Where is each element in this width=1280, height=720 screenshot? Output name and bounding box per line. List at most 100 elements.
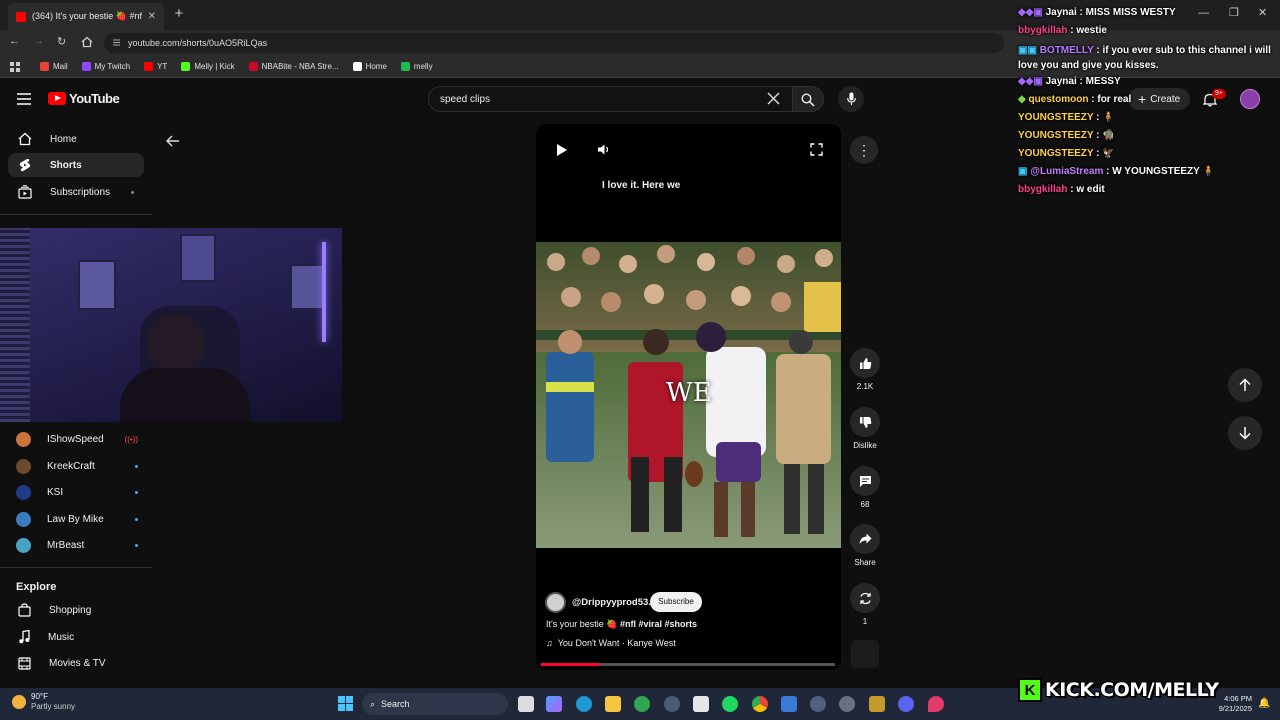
remix-button[interactable]: 1 <box>846 583 884 626</box>
reload-icon[interactable]: ↻ <box>57 35 66 48</box>
url-bar[interactable]: youtube.com/shorts/0uAO5RiLQas <box>104 33 1004 53</box>
create-button[interactable]: + Create <box>1128 88 1191 110</box>
wall-poster <box>290 264 324 310</box>
streamer-webcam-overlay <box>0 228 342 422</box>
media-player-icon[interactable] <box>810 696 826 712</box>
browser-tab[interactable]: (364) It's your bestie 🍓 #nfl #... ✕ <box>8 3 164 30</box>
start-button[interactable] <box>338 696 353 711</box>
share-button[interactable]: Share <box>846 524 884 567</box>
apps-grid-icon[interactable] <box>10 61 20 72</box>
maximize-window-icon[interactable]: ❐ <box>1229 6 1239 19</box>
subscription-ksi[interactable]: KSI <box>16 482 138 502</box>
play-button[interactable] <box>556 143 568 157</box>
site-info-icon[interactable] <box>112 38 121 47</box>
discord-icon[interactable] <box>898 696 914 712</box>
file-explorer-icon[interactable] <box>605 696 621 712</box>
share-arrow-icon <box>850 524 880 554</box>
account-avatar[interactable] <box>1240 89 1260 109</box>
partly-sunny-icon <box>12 695 26 709</box>
copilot-icon[interactable] <box>546 696 562 712</box>
chat-badges-icon: ◆◆▣ <box>1018 7 1046 18</box>
subscribe-button[interactable]: Subscribe <box>650 592 702 612</box>
kick-logo-icon: K <box>1018 678 1042 702</box>
more-options-button[interactable]: ⋮ <box>850 136 878 164</box>
close-window-icon[interactable]: ✕ <box>1258 6 1267 19</box>
search-button[interactable] <box>792 86 824 112</box>
steam-icon[interactable] <box>664 696 680 712</box>
sound-thumbnail[interactable] <box>851 640 879 668</box>
subscription-mrbeast[interactable]: MrBeast <box>16 535 138 555</box>
minimize-window-icon[interactable]: — <box>1198 7 1209 19</box>
fullscreen-button[interactable] <box>810 143 823 156</box>
sidebar-item-home[interactable]: Home <box>8 127 144 151</box>
bookmark-nbabite[interactable]: NBABite - NBA Stre... <box>248 62 339 71</box>
voice-search-button[interactable] <box>838 86 864 112</box>
url-text: youtube.com/shorts/0uAO5RiLQas <box>128 38 268 48</box>
maps-pin-icon[interactable] <box>928 696 944 712</box>
bookmark-home[interactable]: Home <box>352 62 387 71</box>
video-progress-fill <box>541 663 600 666</box>
sidebar-item-music[interactable]: Music <box>8 625 144 649</box>
previous-short-button[interactable] <box>1228 368 1262 402</box>
app-icon[interactable] <box>839 696 855 712</box>
music-track[interactable]: ♫ You Don't Want · Kanye West <box>546 638 676 648</box>
search-icon <box>801 93 815 107</box>
subscription-ishowspeed[interactable]: IShowSpeed ((•)) <box>16 429 138 449</box>
sidebar-item-shorts[interactable]: Shorts <box>8 153 144 177</box>
live-indicator-icon: ((•)) <box>124 434 138 444</box>
weather-widget[interactable]: 90°F Partly sunny <box>12 692 75 712</box>
nba-bookmark-icon <box>248 62 258 71</box>
wall-poster <box>180 234 216 282</box>
explore-heading: Explore <box>16 581 57 593</box>
bookmark-melly[interactable]: melly <box>400 62 433 71</box>
new-tab-button[interactable]: + <box>170 5 188 23</box>
like-button[interactable]: 2.1K <box>846 348 884 391</box>
forward-arrow-icon[interactable]: → <box>33 35 44 47</box>
microphone-icon <box>847 92 856 105</box>
menu-hamburger-icon[interactable] <box>17 93 31 105</box>
home-button-icon[interactable] <box>81 36 93 48</box>
app-icon[interactable] <box>869 696 885 712</box>
chrome-icon[interactable] <box>752 696 768 712</box>
hashtags[interactable]: #nfl #viral #shorts <box>620 619 697 629</box>
sidebar-item-shopping[interactable]: Shopping <box>8 598 144 622</box>
next-short-button[interactable] <box>1228 416 1262 450</box>
subscription-kreekcraft[interactable]: KreekCraft <box>16 456 138 476</box>
dislike-button[interactable]: Dislike <box>846 407 884 450</box>
store-icon[interactable] <box>693 696 709 712</box>
search-input[interactable]: speed clips <box>428 86 793 112</box>
spotify-icon[interactable] <box>722 696 738 712</box>
channel-avatar[interactable] <box>545 592 566 613</box>
edge-icon[interactable] <box>576 696 592 712</box>
photos-icon[interactable] <box>781 696 797 712</box>
sidebar-item-subscriptions[interactable]: Subscriptions <box>8 180 144 204</box>
avatar <box>16 458 31 474</box>
plus-icon: + <box>1138 91 1147 107</box>
taskbar-clock[interactable]: 4:06 PM 9/21/2025 <box>1216 694 1252 714</box>
notifications-icon[interactable]: 🔔 <box>1258 698 1270 709</box>
comments-button[interactable]: 68 <box>846 466 884 509</box>
chat-message: ▣▣ BOTMELLY : if you ever sub to this ch… <box>1018 45 1271 71</box>
subscription-law-by-mike[interactable]: Law By Mike <box>16 509 138 529</box>
bookmark-yt[interactable]: YT <box>144 62 167 71</box>
streamer-body <box>120 368 250 422</box>
bookmark-mail[interactable]: Mail <box>40 62 68 71</box>
sidebar-item-movies-tv[interactable]: Movies & TV <box>8 651 144 675</box>
bookmark-my-twitch[interactable]: My Twitch <box>81 62 130 71</box>
close-tab-icon[interactable]: ✕ <box>148 11 156 22</box>
bookmark-melly-kick[interactable]: Melly | Kick <box>181 62 235 71</box>
youtube-logo[interactable]: YouTube <box>48 91 120 106</box>
xbox-icon[interactable] <box>634 696 650 712</box>
taskbar-search[interactable]: ⌕ Search <box>362 693 508 715</box>
share-label: Share <box>854 558 876 567</box>
channel-name[interactable]: @Drippyyprod53. <box>572 597 651 608</box>
clear-search-icon[interactable] <box>767 92 780 105</box>
back-arrow-icon[interactable] <box>166 135 180 147</box>
more-vertical-icon: ⋮ <box>857 142 871 158</box>
play-icon <box>557 144 567 156</box>
back-arrow-icon[interactable]: ← <box>9 35 20 47</box>
video-progress-track[interactable] <box>541 663 835 666</box>
volume-button[interactable] <box>597 143 610 156</box>
task-view-icon[interactable] <box>518 696 534 712</box>
search-value: speed clips <box>440 93 491 105</box>
